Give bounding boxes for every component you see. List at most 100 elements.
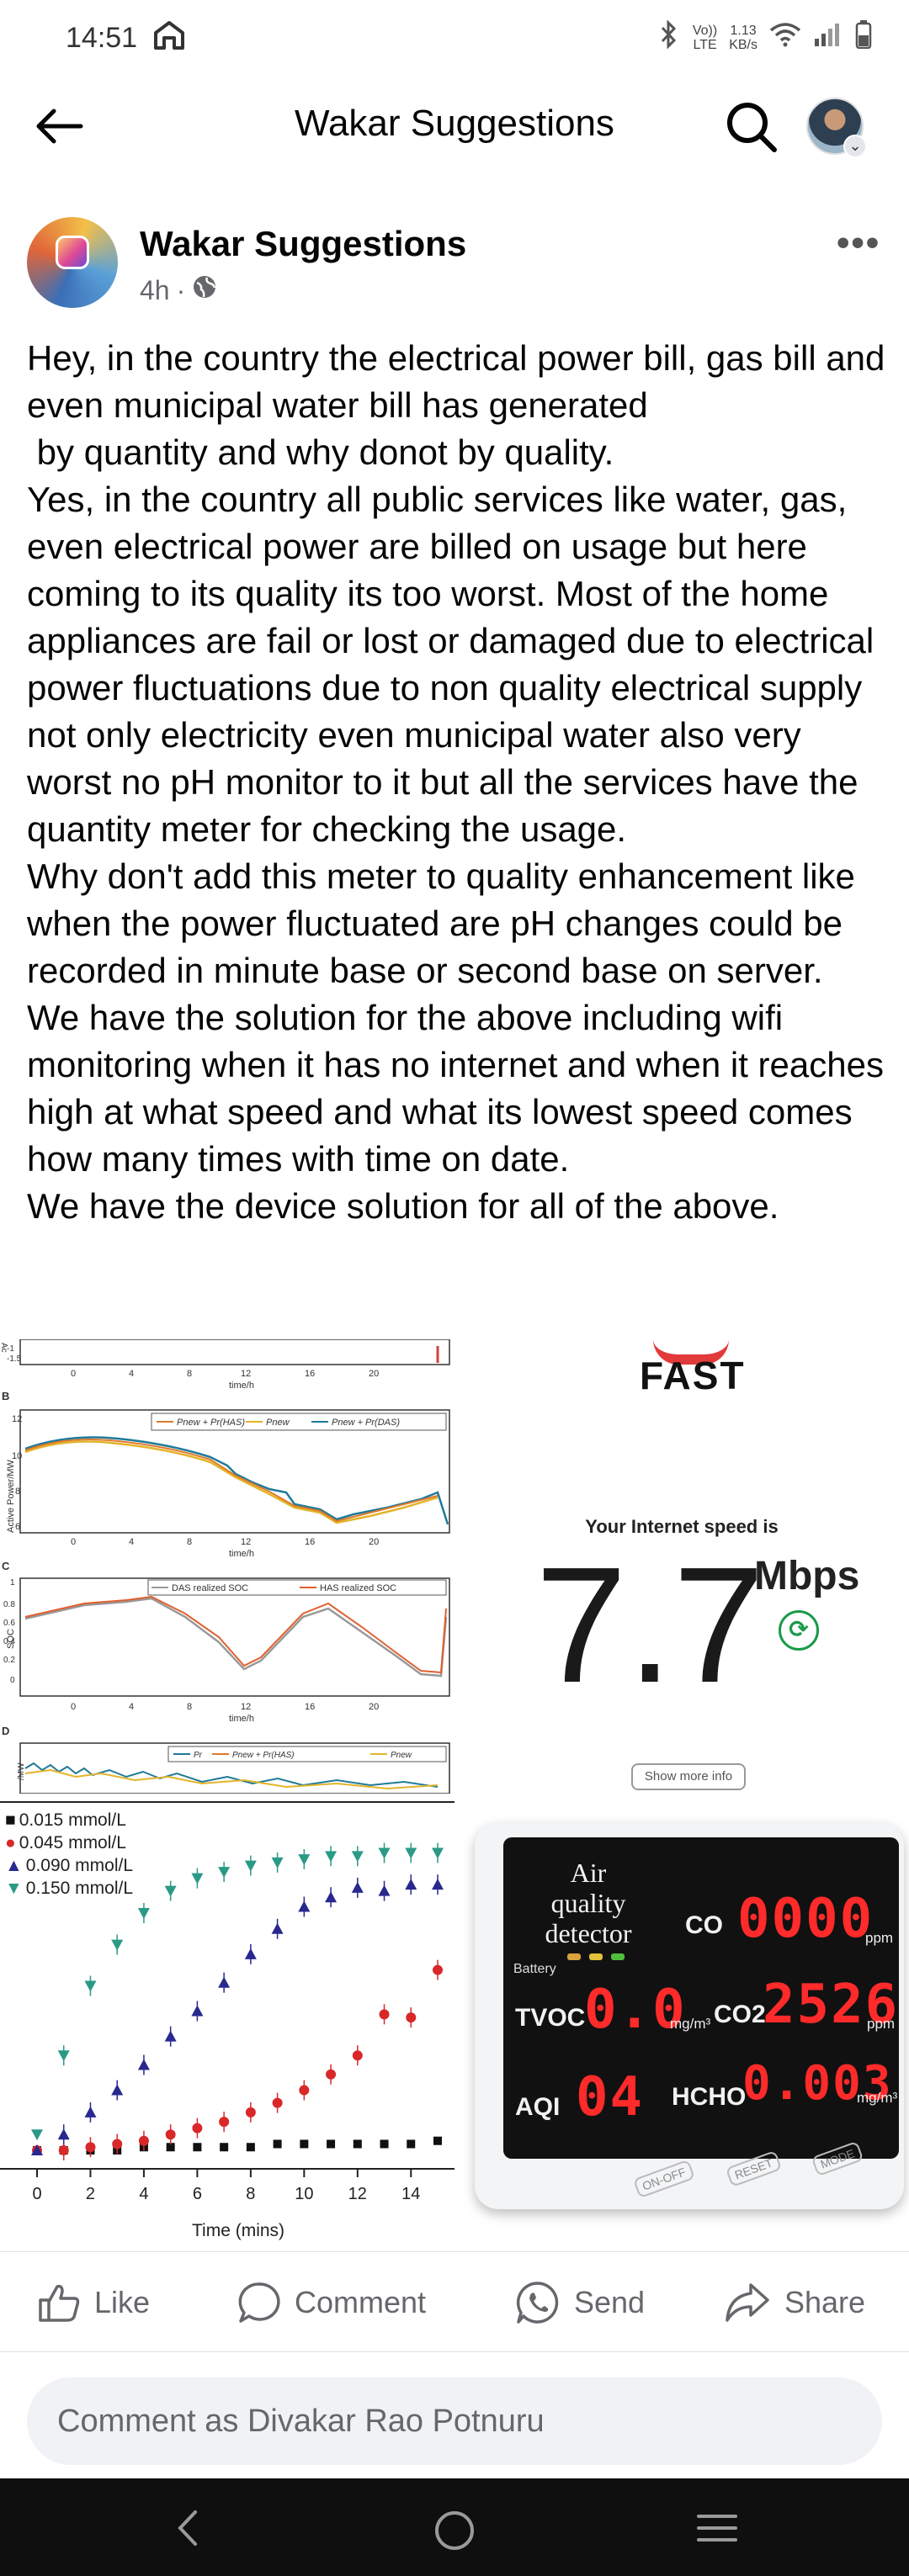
speed-value: 1.13 (730, 24, 757, 38)
xlabel-top: time/h (229, 1381, 254, 1391)
comment-button[interactable]: Comment (237, 2279, 426, 2326)
send-button[interactable]: Send (515, 2279, 645, 2326)
network-type: Vo)) LTE (693, 24, 717, 52)
post-meta: 4h · (140, 274, 217, 306)
svg-text:4: 4 (129, 1537, 134, 1547)
status-time: 14:51 (66, 21, 138, 54)
data-point (245, 2107, 256, 2118)
data-point (432, 1847, 444, 1859)
instagram-logo-icon (56, 236, 89, 269)
concentration-chart-image[interactable]: 0 2 4 6 8 10 12 14 ■ 0.015 mmol/L ● 0.045 mmol/L … (0, 1800, 454, 2248)
data-point (433, 2136, 442, 2145)
data-point (298, 1900, 311, 1912)
data-point (273, 2139, 282, 2149)
data-point (85, 2142, 96, 2153)
x-axis-ticks: 0 2 4 6 8 10 12 14 (32, 2169, 420, 2203)
comment-input[interactable]: Comment as Divakar Rao Potnuru (27, 2377, 882, 2465)
page-avatar[interactable] (27, 217, 118, 308)
co-label: CO (685, 1911, 723, 1939)
bluetooth-icon (657, 19, 681, 56)
data-point (84, 1980, 97, 1992)
data-point (138, 2135, 149, 2146)
detector-title: Air quality detector (525, 1858, 651, 1948)
x-axis-label: Time (mins) (192, 2221, 285, 2240)
system-navigation-bar (0, 2478, 909, 2576)
post-time[interactable]: 4h (140, 275, 170, 306)
data-point (271, 1922, 284, 1934)
data-point (298, 1854, 311, 1866)
post-paragraph: We have the solution for the above inclu… (27, 998, 894, 1179)
data-point (31, 2129, 43, 2141)
globe-icon (192, 274, 217, 306)
speed-test-image[interactable]: FAST Your Internet speed is 7.7 Mbps ⟳ S… (454, 1339, 909, 1794)
data-point (433, 1964, 443, 1975)
data-point (406, 2012, 417, 2023)
legend-label: 0.090 mmol/L (25, 1856, 134, 1875)
tvoc-label: TVOC (515, 2004, 586, 2032)
wifi-icon (769, 22, 801, 55)
legend-d-2: Pnew + Pr(HAS) (232, 1751, 295, 1760)
svg-text:0.6: 0.6 (3, 1619, 15, 1628)
share-label: Share (784, 2285, 866, 2319)
legend-d-1: Pr (194, 1751, 203, 1760)
xticks-top: 0 4 8 12 16 20 (71, 1369, 379, 1379)
data-point (405, 1879, 417, 1890)
svg-text:6: 6 (15, 1522, 20, 1532)
page-name[interactable]: Wakar Suggestions (140, 224, 466, 264)
data-point (111, 1939, 124, 1951)
nav-recents-button[interactable] (695, 2509, 739, 2547)
power-soc-chart: Ac -1.5 -1 0 4 8 12 16 20 time/h B Active Pow… (0, 1339, 450, 1794)
data-point (351, 1881, 364, 1893)
data-point (57, 2050, 70, 2062)
battery-icon (855, 19, 872, 56)
post-paragraph: Yes, in the country all public services … (27, 480, 884, 849)
detector-title-2: quality detector (545, 1888, 632, 1948)
svg-text:8: 8 (187, 1369, 192, 1379)
data-point (351, 1851, 364, 1863)
air-quality-detector-image[interactable]: Air quality detector Battery CO 0000 ppm… (454, 1800, 909, 2248)
co-unit: ppm (865, 1930, 894, 1946)
svg-text:12: 12 (241, 1702, 251, 1712)
nav-back-button[interactable] (175, 2509, 200, 2547)
network-label-bottom: LTE (693, 38, 717, 52)
x-tick-label: 4 (139, 2185, 148, 2203)
more-options-icon[interactable]: ••• (837, 222, 880, 264)
svg-text:12: 12 (12, 1414, 22, 1424)
chevron-down-icon[interactable]: ⌄ (843, 135, 867, 158)
svg-text:12: 12 (241, 1369, 251, 1379)
home-status-icon (152, 19, 186, 57)
data-point (193, 2143, 202, 2152)
search-button[interactable] (724, 99, 779, 155)
panel-label-d: D (2, 1725, 9, 1737)
image-collage[interactable]: Ac -1.5 -1 0 4 8 12 16 20 time/h B Active Pow… (0, 1339, 909, 2248)
svg-text:-1.5: -1.5 (7, 1354, 22, 1364)
svg-text:1: 1 (10, 1578, 15, 1587)
data-point (244, 1860, 257, 1872)
svg-text:-1: -1 (7, 1344, 14, 1354)
co2-label: CO2 (714, 2001, 766, 2028)
speed-value: 7.7 (535, 1533, 765, 1717)
aqi-label: AQI (515, 2093, 561, 2121)
x-tick-label: 8 (246, 2185, 255, 2203)
data-point (57, 2128, 70, 2140)
data-point (137, 1908, 150, 1919)
like-button[interactable]: Like (37, 2279, 150, 2326)
data-point (378, 1847, 391, 1859)
x-tick-label: 2 (86, 2185, 95, 2203)
svg-text:0: 0 (71, 1369, 76, 1379)
battery-level-indicator (567, 1953, 625, 1960)
hcho-label: HCHO (672, 2083, 747, 2111)
post-header: Wakar Suggestions 4h · ••• (0, 210, 909, 320)
svg-text:12: 12 (241, 1537, 251, 1547)
ylabel-d: /MW (17, 1762, 26, 1780)
legend-item: ▲ 0.090 mmol/L (5, 1856, 134, 1875)
data-point (191, 1873, 204, 1884)
share-button[interactable]: Share (724, 2279, 865, 2326)
data-point (244, 1948, 257, 1959)
data-point (325, 1891, 338, 1903)
meta-separator: · (176, 274, 186, 305)
xlabel-c: time/h (229, 1714, 254, 1724)
post-paragraph: Hey, in the country the electrical power… (27, 338, 885, 472)
power-soc-chart-image[interactable]: Ac -1.5 -1 0 4 8 12 16 20 time/h B Active Pow… (0, 1339, 454, 1794)
nav-home-button[interactable] (433, 2509, 476, 2550)
